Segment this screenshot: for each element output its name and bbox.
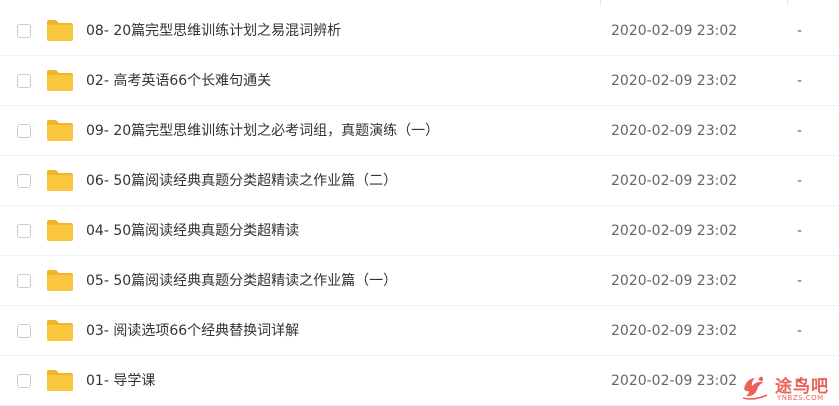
folder-icon[interactable] <box>46 69 74 92</box>
modified-date: 2020-02-09 23:02 <box>611 73 738 89</box>
watermark-subtext: YNBZS.COM <box>777 394 824 402</box>
file-size: - <box>797 173 803 189</box>
folder-icon[interactable] <box>46 319 74 342</box>
file-size: - <box>797 323 803 339</box>
row-checkbox[interactable] <box>17 124 31 138</box>
file-row[interactable]: 06- 50篇阅读经典真题分类超精读之作业篇（二） 2020-02-09 23:… <box>0 156 839 206</box>
row-checkbox[interactable] <box>17 224 31 238</box>
row-checkbox[interactable] <box>17 274 31 288</box>
file-row[interactable]: 03- 阅读选项66个经典替换词详解 2020-02-09 23:02 - <box>0 306 839 356</box>
modified-date: 2020-02-09 23:02 <box>611 273 738 289</box>
row-checkbox[interactable] <box>17 74 31 88</box>
site-watermark: 途鸟吧 YNBZS.COM <box>738 369 839 406</box>
file-row[interactable]: 01- 导学课 2020-02-09 23:02 - <box>0 356 839 406</box>
folder-icon[interactable] <box>46 119 74 142</box>
row-checkbox[interactable] <box>17 324 31 338</box>
row-checkbox[interactable] <box>17 174 31 188</box>
file-row[interactable]: 09- 20篇完型思维训练计划之必考词组，真题演练（一） 2020-02-09 … <box>0 106 839 156</box>
file-name-link[interactable]: 08- 20篇完型思维训练计划之易混词辨析 <box>86 22 341 40</box>
file-size: - <box>797 273 803 289</box>
modified-date: 2020-02-09 23:02 <box>611 23 738 39</box>
file-name-link[interactable]: 02- 高考英语66个长难句通关 <box>86 72 271 90</box>
file-name-link[interactable]: 04- 50篇阅读经典真题分类超精读 <box>86 222 299 240</box>
file-list: 08- 20篇完型思维训练计划之易混词辨析 2020-02-09 23:02 -… <box>0 6 839 406</box>
file-row[interactable]: 02- 高考英语66个长难句通关 2020-02-09 23:02 - <box>0 56 839 106</box>
row-checkbox[interactable] <box>17 374 31 388</box>
folder-icon[interactable] <box>46 169 74 192</box>
file-row[interactable]: 05- 50篇阅读经典真题分类超精读之作业篇（一） 2020-02-09 23:… <box>0 256 839 306</box>
folder-icon[interactable] <box>46 19 74 42</box>
file-size: - <box>797 73 803 89</box>
modified-date: 2020-02-09 23:02 <box>611 223 738 239</box>
folder-icon[interactable] <box>46 219 74 242</box>
file-size: - <box>797 123 803 139</box>
file-name-link[interactable]: 05- 50篇阅读经典真题分类超精读之作业篇（一） <box>86 272 397 290</box>
folder-icon[interactable] <box>46 369 74 392</box>
bird-logo-icon <box>740 371 770 401</box>
file-name-link[interactable]: 06- 50篇阅读经典真题分类超精读之作业篇（二） <box>86 172 397 190</box>
folder-icon[interactable] <box>46 269 74 292</box>
modified-date: 2020-02-09 23:02 <box>611 323 738 339</box>
file-size: - <box>797 23 803 39</box>
file-size: - <box>797 223 803 239</box>
modified-date: 2020-02-09 23:02 <box>611 173 738 189</box>
file-name-link[interactable]: 03- 阅读选项66个经典替换词详解 <box>86 322 299 340</box>
modified-date: 2020-02-09 23:02 <box>611 373 738 389</box>
file-name-link[interactable]: 09- 20篇完型思维训练计划之必考词组，真题演练（一） <box>86 122 439 140</box>
modified-date: 2020-02-09 23:02 <box>611 123 738 139</box>
file-name-link[interactable]: 01- 导学课 <box>86 372 155 390</box>
file-row[interactable]: 04- 50篇阅读经典真题分类超精读 2020-02-09 23:02 - <box>0 206 839 256</box>
file-row[interactable]: 08- 20篇完型思维训练计划之易混词辨析 2020-02-09 23:02 - <box>0 6 839 56</box>
row-checkbox[interactable] <box>17 24 31 38</box>
